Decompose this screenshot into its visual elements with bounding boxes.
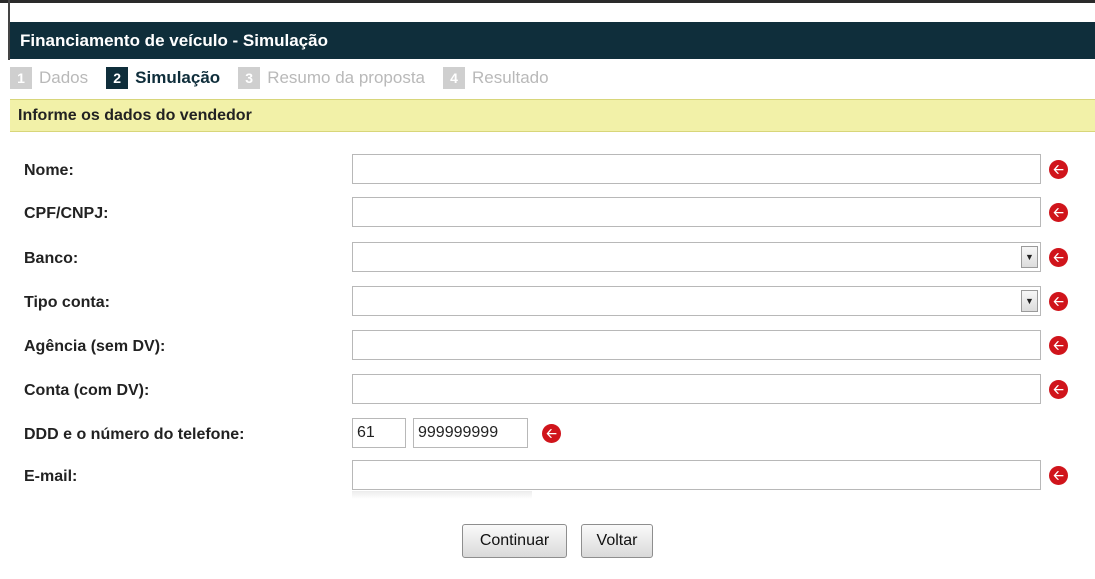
voltar-button[interactable]: Voltar (581, 524, 653, 558)
conta-input[interactable] (352, 374, 1041, 404)
row-tipo-conta: Tipo conta: ▼ 🡠 (0, 286, 1095, 320)
row-agencia: Agência (sem DV): 🡠 (0, 330, 1095, 364)
continuar-button[interactable]: Continuar (462, 524, 567, 558)
row-banco: Banco: ▼ 🡠 (0, 242, 1095, 276)
step-label: Dados (39, 68, 89, 87)
step-number: 1 (10, 67, 32, 89)
step-label: Resumo da proposta (267, 68, 426, 87)
row-telefone: DDD e o número do telefone: 🡠 (0, 418, 1095, 452)
tipo-conta-select[interactable]: ▼ (352, 286, 1041, 316)
step-resumo: 3 Resumo da proposta (238, 67, 425, 89)
required-arrow-icon: 🡠 (1049, 248, 1068, 267)
required-arrow-icon: 🡠 (1049, 336, 1068, 355)
tipo-conta-label: Tipo conta: (24, 294, 110, 311)
wizard-steps: 1 Dados 2 Simulação 3 Resumo da proposta… (10, 64, 567, 92)
step-number: 4 (443, 67, 466, 89)
agencia-label: Agência (sem DV): (24, 338, 166, 355)
required-arrow-icon: 🡠 (542, 424, 561, 443)
row-email: E-mail: 🡠 (0, 460, 1095, 494)
step-label: Simulação (135, 68, 221, 87)
step-label: Resultado (472, 68, 549, 87)
banco-select[interactable]: ▼ (352, 242, 1041, 272)
email-input[interactable] (352, 460, 1041, 490)
row-nome: Nome: 🡠 (0, 154, 1095, 188)
conta-label: Conta (com DV): (24, 382, 150, 399)
row-cpf: CPF/CNPJ: 🡠 (0, 197, 1095, 231)
required-arrow-icon: 🡠 (1049, 160, 1068, 179)
input-shadow (352, 491, 532, 499)
chevron-down-icon[interactable]: ▼ (1021, 246, 1038, 268)
step-dados: 1 Dados (10, 67, 88, 89)
top-border (0, 0, 1095, 3)
page-title: Financiamento de veículo - Simulação (10, 22, 1095, 59)
ddd-input[interactable] (352, 418, 406, 448)
telefone-input[interactable] (413, 418, 528, 448)
banco-label: Banco: (24, 250, 79, 267)
cpf-input[interactable] (352, 197, 1041, 227)
step-number: 3 (238, 67, 261, 89)
required-arrow-icon: 🡠 (1049, 380, 1068, 399)
required-arrow-icon: 🡠 (1049, 466, 1068, 485)
cpf-label: CPF/CNPJ: (24, 205, 109, 222)
step-simulacao: 2 Simulação (106, 67, 220, 89)
telefone-label: DDD e o número do telefone: (24, 426, 245, 443)
section-title: Informe os dados do vendedor (10, 99, 1095, 132)
agencia-input[interactable] (352, 330, 1041, 360)
email-label: E-mail: (24, 468, 78, 485)
step-number: 2 (106, 67, 129, 89)
step-resultado: 4 Resultado (443, 67, 549, 89)
nome-label: Nome: (24, 162, 74, 179)
required-arrow-icon: 🡠 (1049, 292, 1068, 311)
chevron-down-icon[interactable]: ▼ (1021, 290, 1038, 312)
nome-input[interactable] (352, 154, 1041, 184)
required-arrow-icon: 🡠 (1049, 203, 1068, 222)
row-conta: Conta (com DV): 🡠 (0, 374, 1095, 408)
